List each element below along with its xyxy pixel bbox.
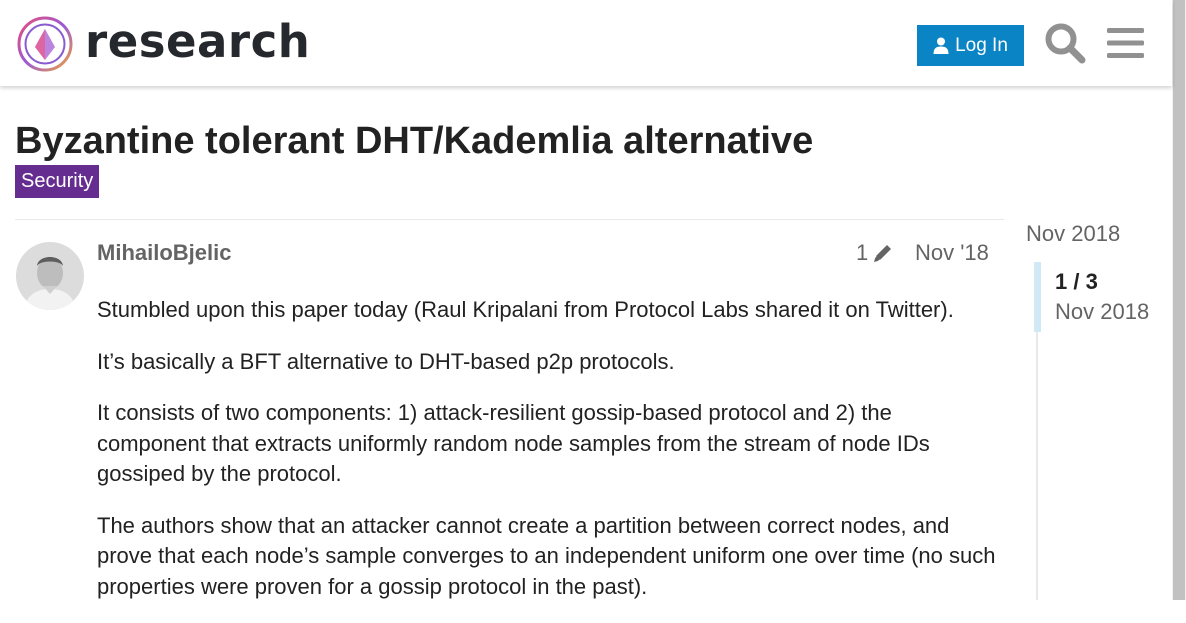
post-date[interactable]: Nov '18 xyxy=(915,240,989,266)
user-avatar-icon xyxy=(16,242,84,310)
site-name[interactable]: research xyxy=(85,13,310,71)
ethereum-research-logo-icon xyxy=(17,16,73,72)
post-username[interactable]: MihailoBjelic xyxy=(97,240,231,266)
login-label: Log In xyxy=(955,34,1008,56)
post-paragraph: The authors show that an attacker cannot… xyxy=(97,512,996,599)
login-button[interactable]: Log In xyxy=(917,25,1024,66)
timeline-position: 1 / 3 xyxy=(1055,269,1098,294)
avatar[interactable] xyxy=(16,242,84,310)
post-body: Stumbled upon this paper today (Raul Kri… xyxy=(97,295,997,623)
timeline-current-date: Nov 2018 xyxy=(1055,299,1150,324)
post-paragraph: It consists of two components: 1) attack… xyxy=(97,400,930,486)
search-button[interactable] xyxy=(1044,22,1086,64)
post-paragraph: Stumbled upon this paper today (Raul Kri… xyxy=(97,297,954,322)
post-paragraph: It’s basically a BFT alternative to DHT-… xyxy=(97,348,675,374)
site-header: research Log In xyxy=(0,0,1172,86)
hamburger-menu-icon xyxy=(1107,28,1144,58)
category-badge[interactable]: Security xyxy=(15,165,100,198)
pencil-icon xyxy=(874,245,892,262)
menu-button[interactable] xyxy=(1107,25,1144,61)
timeline-handle[interactable] xyxy=(1034,262,1041,332)
page-scrollbar-thumb[interactable] xyxy=(1173,0,1185,600)
site-logo[interactable] xyxy=(16,15,74,73)
search-icon xyxy=(1045,23,1086,64)
edit-count: 1 xyxy=(856,240,869,265)
title-divider xyxy=(15,219,1004,220)
edit-history-button[interactable]: 1 xyxy=(856,240,894,266)
topic-title[interactable]: Byzantine tolerant DHT/Kademlia alternat… xyxy=(15,119,813,163)
timeline-start-date[interactable]: Nov 2018 xyxy=(1026,221,1120,247)
user-icon xyxy=(933,37,949,54)
